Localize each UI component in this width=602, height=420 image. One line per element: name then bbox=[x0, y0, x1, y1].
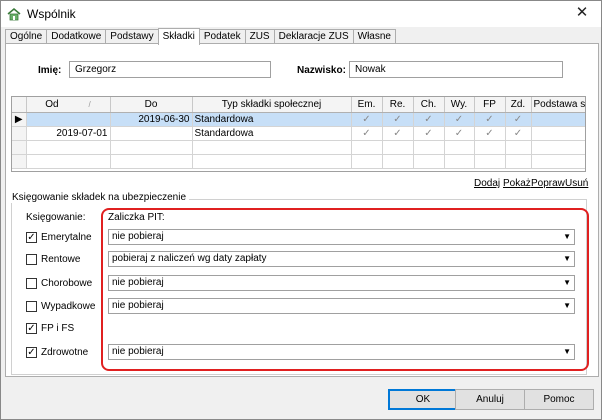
cell-podstawa bbox=[531, 126, 585, 141]
row-indicator-icon bbox=[12, 126, 27, 141]
checkbox-emerytalne[interactable]: ✓ Emerytalne bbox=[26, 232, 92, 243]
first-name-label: Imię: bbox=[38, 65, 62, 76]
first-name-field[interactable]: Grzegorz bbox=[69, 61, 271, 78]
checkbox-zdrowotne[interactable]: ✓ Zdrowotne bbox=[26, 347, 88, 358]
cell-typ: Standardowa bbox=[192, 126, 352, 141]
checkbox-fp-i-fs[interactable]: ✓ FP i FS bbox=[26, 323, 74, 334]
checkbox-zdrowotne-box[interactable]: ✓ bbox=[26, 347, 37, 358]
edit-link[interactable]: Popraw bbox=[531, 178, 565, 189]
checkbox-fp-i-fs-box[interactable]: ✓ bbox=[26, 323, 37, 334]
booking-column-label: Księgowanie: bbox=[26, 212, 86, 223]
grid-header-do[interactable]: Do bbox=[110, 97, 193, 113]
grid-header-row: Od / Do Typ składki społecznej Em. Re. Ch… bbox=[12, 97, 585, 113]
table-row bbox=[12, 154, 585, 169]
tab-deklaracje-zus[interactable]: Deklaracje ZUS bbox=[273, 29, 354, 44]
contributions-grid[interactable]: Od / Do Typ składki społecznej Em. Re. Ch… bbox=[11, 96, 586, 172]
tab-wlasne[interactable]: Własne bbox=[352, 29, 396, 44]
cell-do: 2019-06-30 bbox=[110, 112, 193, 127]
sort-icon: / bbox=[88, 99, 91, 109]
title-bar: Wspólnik ✕ bbox=[1, 1, 601, 27]
checkbox-label: FP i FS bbox=[41, 323, 75, 334]
checkbox-emerytalne-box[interactable]: ✓ bbox=[26, 232, 37, 243]
cell-do bbox=[110, 126, 193, 141]
dialog-window: Wspólnik ✕ Ogólne Dodatkowe Podstawy Skł… bbox=[0, 0, 602, 420]
tab-strip: Ogólne Dodatkowe Podstawy Składki Podate… bbox=[5, 28, 396, 45]
checkbox-rentowe[interactable]: Rentowe bbox=[26, 254, 80, 265]
help-button[interactable]: Pomoc bbox=[524, 389, 594, 410]
grid-header-typ[interactable]: Typ składki społecznej bbox=[192, 97, 352, 113]
cell-podstawa bbox=[531, 112, 585, 127]
check-icon: ✓ bbox=[505, 126, 532, 141]
grid-header-podstawa[interactable]: Podstawa skł. bbox=[531, 97, 585, 113]
checkbox-label: Emerytalne bbox=[41, 232, 92, 243]
cell-od: 2019-07-01 bbox=[26, 126, 111, 141]
table-row[interactable]: 2019-07-01 Standardowa ✓ ✓ ✓ ✓ ✓ ✓ bbox=[12, 126, 585, 141]
grid-header-fp[interactable]: FP bbox=[474, 97, 506, 113]
checkbox-label: Rentowe bbox=[41, 254, 81, 265]
grid-indicator-header bbox=[12, 97, 27, 113]
close-icon[interactable]: ✕ bbox=[573, 4, 591, 22]
show-link[interactable]: Pokaż bbox=[503, 178, 531, 189]
tab-zus[interactable]: ZUS bbox=[244, 29, 275, 44]
row-indicator-icon: ▶ bbox=[12, 112, 27, 127]
check-icon: ✓ bbox=[444, 112, 475, 127]
last-name-field[interactable]: Nowak bbox=[349, 61, 563, 78]
check-icon: ✓ bbox=[413, 126, 445, 141]
tab-ogolne[interactable]: Ogólne bbox=[5, 29, 48, 44]
checkbox-label: Chorobowe bbox=[41, 278, 93, 289]
window-title: Wspólnik bbox=[27, 7, 76, 21]
cell-typ: Standardowa bbox=[192, 112, 352, 127]
checkbox-wypadkowe[interactable]: Wypadkowe bbox=[26, 301, 95, 312]
check-icon: ✓ bbox=[413, 112, 445, 127]
cancel-button[interactable]: Anuluj bbox=[455, 389, 525, 410]
check-icon: ✓ bbox=[474, 126, 506, 141]
grid-header-ch[interactable]: Ch. bbox=[413, 97, 445, 113]
ok-button[interactable]: OK bbox=[388, 389, 458, 410]
checkbox-chorobowe[interactable]: Chorobowe bbox=[26, 278, 92, 289]
app-icon bbox=[7, 8, 21, 21]
checkbox-wypadkowe-box[interactable] bbox=[26, 301, 37, 312]
checkbox-chorobowe-box[interactable] bbox=[26, 278, 37, 289]
grid-header-em[interactable]: Em. bbox=[351, 97, 383, 113]
last-name-label: Nazwisko: bbox=[297, 65, 346, 76]
grid-header-od[interactable]: Od / bbox=[26, 97, 111, 113]
tab-podstawy[interactable]: Podstawy bbox=[105, 29, 159, 44]
add-link[interactable]: Dodaj bbox=[474, 178, 500, 189]
checkbox-label: Zdrowotne bbox=[41, 347, 89, 358]
table-row bbox=[12, 140, 585, 155]
check-icon: ✓ bbox=[382, 126, 414, 141]
tab-dodatkowe[interactable]: Dodatkowe bbox=[46, 29, 107, 44]
check-icon: ✓ bbox=[382, 112, 414, 127]
booking-group-title: Księgowanie składek na ubezpieczenie bbox=[9, 192, 190, 203]
check-icon: ✓ bbox=[474, 112, 506, 127]
table-row[interactable]: ▶ 2019-06-30 Standardowa ✓ ✓ ✓ ✓ ✓ ✓ bbox=[12, 112, 585, 127]
check-icon: ✓ bbox=[351, 112, 383, 127]
delete-link[interactable]: Usuń bbox=[565, 178, 588, 189]
check-icon: ✓ bbox=[351, 126, 383, 141]
check-icon: ✓ bbox=[444, 126, 475, 141]
check-icon: ✓ bbox=[505, 112, 532, 127]
grid-header-re[interactable]: Re. bbox=[382, 97, 414, 113]
grid-header-wy[interactable]: Wy. bbox=[444, 97, 475, 113]
cell-od bbox=[26, 112, 111, 127]
checkbox-label: Wypadkowe bbox=[41, 301, 96, 312]
checkbox-rentowe-box[interactable] bbox=[26, 254, 37, 265]
tab-podatek[interactable]: Podatek bbox=[198, 29, 246, 44]
grid-header-zd[interactable]: Zd. bbox=[505, 97, 532, 113]
annotation-highlight bbox=[101, 208, 589, 371]
tab-skladki[interactable]: Składki bbox=[157, 28, 200, 45]
